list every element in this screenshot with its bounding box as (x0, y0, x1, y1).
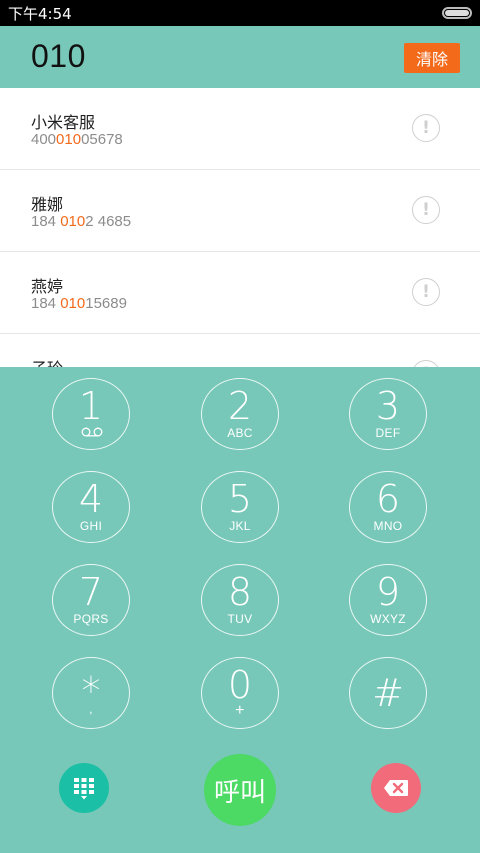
contact-number: 184 01015689 (31, 295, 127, 312)
key-9[interactable]: 9 WXYZ (349, 564, 427, 636)
info-icon[interactable]: ! (412, 196, 440, 224)
keypad-toggle-button[interactable] (59, 763, 109, 813)
contact-row[interactable]: 小米客服 40001005678 ! (0, 88, 480, 170)
info-icon[interactable]: ! (412, 278, 440, 306)
contact-suggestion-list[interactable]: 小米客服 40001005678 ! 雅娜 184 0102 4685 ! 燕婷… (0, 88, 480, 367)
key-1[interactable]: 1 (52, 378, 130, 450)
contact-row[interactable]: 子玲 ! (0, 334, 480, 367)
key-8[interactable]: 8 TUV (201, 564, 279, 636)
contact-name: 小米客服 (31, 113, 96, 132)
dialed-number-display[interactable]: 010 (31, 38, 86, 75)
status-bar: 下午4:54 (0, 0, 480, 26)
key-7[interactable]: 7 PQRS (52, 564, 130, 636)
voicemail-icon (81, 427, 103, 437)
key-3[interactable]: 3 DEF (349, 378, 427, 450)
contact-row[interactable]: 燕婷 184 01015689 ! (0, 252, 480, 334)
dial-keypad: 1 2 ABC 3 DEF 4 GHI 5 JKL 6 MNO 7 PQRS 8… (0, 367, 480, 853)
dialer-header: 010 清除 (0, 26, 480, 88)
contact-name: 子玲 (31, 355, 63, 367)
backspace-button[interactable] (371, 763, 421, 813)
clear-button[interactable]: 清除 (404, 43, 460, 73)
contact-number: 184 0102 4685 (31, 213, 132, 230)
info-icon[interactable]: ! (412, 114, 440, 142)
keypad-grid-icon (74, 778, 94, 800)
info-icon[interactable]: ! (412, 360, 440, 367)
contact-number: 40001005678 (31, 131, 123, 148)
key-2[interactable]: 2 ABC (201, 378, 279, 450)
key-star[interactable]: * , (52, 657, 130, 729)
key-hash[interactable]: # (349, 657, 427, 729)
number-match-highlight: 010 (60, 213, 86, 230)
contact-name: 雅娜 (31, 195, 64, 214)
number-match-highlight: 010 (60, 295, 86, 312)
status-time: 下午4:54 (8, 4, 72, 23)
backspace-icon (384, 780, 408, 796)
key-5[interactable]: 5 JKL (201, 471, 279, 543)
key-0[interactable]: 0 + (201, 657, 279, 729)
number-match-highlight: 010 (56, 131, 82, 148)
battery-icon (442, 7, 472, 19)
contact-name: 燕婷 (31, 277, 64, 296)
key-4[interactable]: 4 GHI (52, 471, 130, 543)
key-6[interactable]: 6 MNO (349, 471, 427, 543)
call-button[interactable]: 呼叫 (204, 754, 276, 826)
contact-row[interactable]: 雅娜 184 0102 4685 ! (0, 170, 480, 252)
